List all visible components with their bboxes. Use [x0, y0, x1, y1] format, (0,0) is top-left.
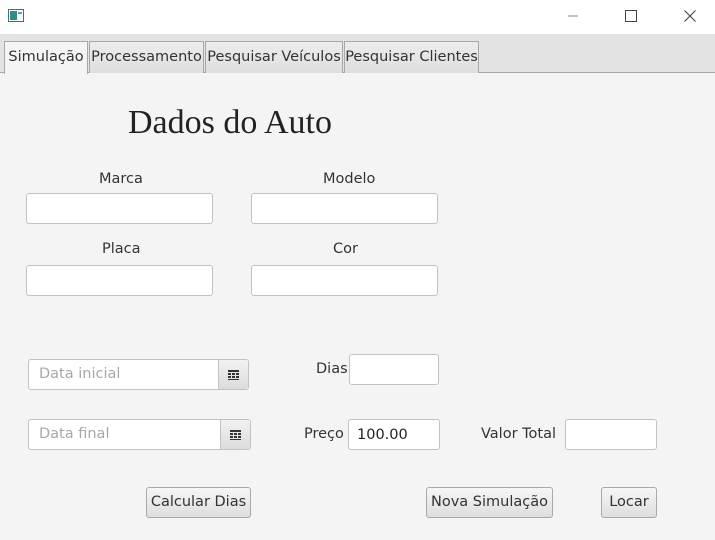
preco-label: Preço [304, 426, 344, 442]
cor-label: Cor [333, 241, 358, 257]
placa-field[interactable] [26, 265, 213, 296]
data-final-picker[interactable]: Data final [28, 419, 251, 450]
dias-field[interactable] [349, 354, 439, 385]
title-bar [0, 0, 715, 34]
placa-label: Placa [102, 241, 141, 257]
minimize-icon [568, 15, 578, 17]
marca-label: Marca [99, 171, 143, 187]
nova-simulacao-button[interactable]: Nova Simulação [426, 487, 553, 518]
modelo-field[interactable] [251, 193, 438, 224]
valor-total-label: Valor Total [481, 426, 557, 442]
data-inicial-input[interactable]: Data inicial [39, 360, 120, 389]
data-final-input[interactable]: Data final [39, 420, 109, 449]
data-final-calendar-button[interactable] [220, 420, 250, 449]
locar-button[interactable]: Locar [601, 487, 657, 518]
tab-pesquisar-veiculos[interactable]: Pesquisar Veículos [205, 41, 343, 73]
marca-field[interactable] [26, 193, 213, 224]
dias-label: Dias [316, 361, 348, 377]
cor-field[interactable] [251, 265, 438, 296]
maximize-button[interactable] [608, 0, 654, 32]
page-title: Dados do Auto [128, 104, 332, 141]
data-inicial-picker[interactable]: Data inicial [28, 359, 249, 390]
valor-total-field[interactable] [565, 419, 657, 450]
maximize-icon [625, 10, 637, 22]
tab-pesquisar-clientes[interactable]: Pesquisar Clientes [344, 41, 479, 73]
tab-processamento[interactable]: Processamento [89, 41, 204, 73]
calendar-icon [228, 369, 239, 380]
data-inicial-calendar-button[interactable] [218, 360, 248, 389]
app-icon [8, 9, 24, 22]
preco-field[interactable]: 100.00 [348, 419, 440, 450]
tab-simulacao[interactable]: Simulação [4, 41, 88, 74]
calendar-icon [230, 429, 241, 440]
close-button[interactable] [667, 0, 713, 32]
modelo-label: Modelo [323, 171, 376, 187]
calcular-dias-button[interactable]: Calcular Dias [146, 487, 251, 518]
minimize-button[interactable] [550, 0, 596, 32]
tab-bar: Simulação Processamento Pesquisar Veícul… [0, 34, 715, 74]
close-icon [684, 10, 696, 22]
